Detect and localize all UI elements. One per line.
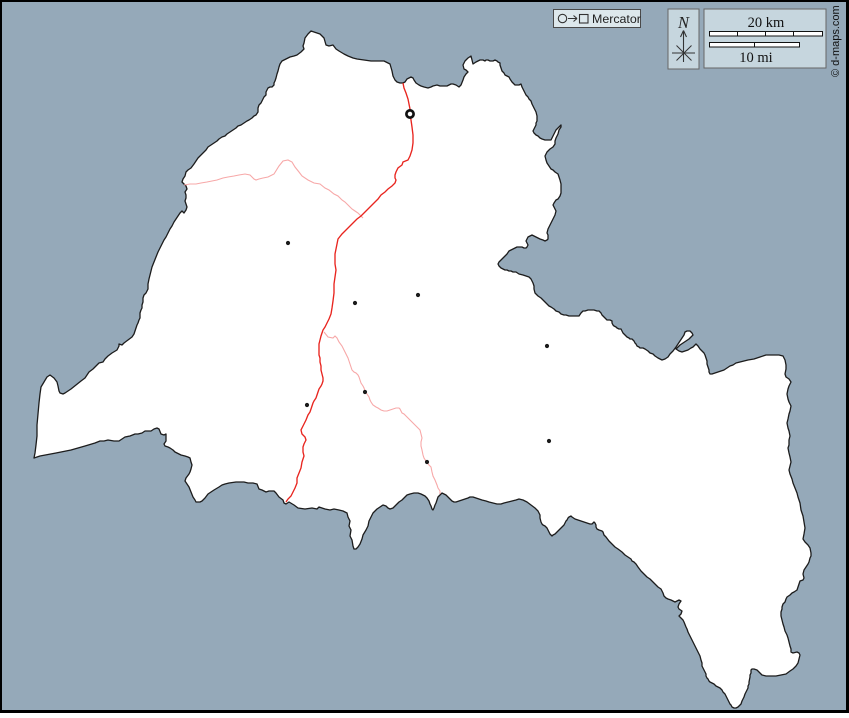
- svg-text:N: N: [677, 13, 690, 32]
- svg-text:10 mi: 10 mi: [739, 50, 772, 66]
- svg-text:© d-maps.com: © d-maps.com: [830, 5, 842, 77]
- svg-text:20 km: 20 km: [748, 15, 785, 31]
- svg-text:Mercator: Mercator: [592, 12, 641, 26]
